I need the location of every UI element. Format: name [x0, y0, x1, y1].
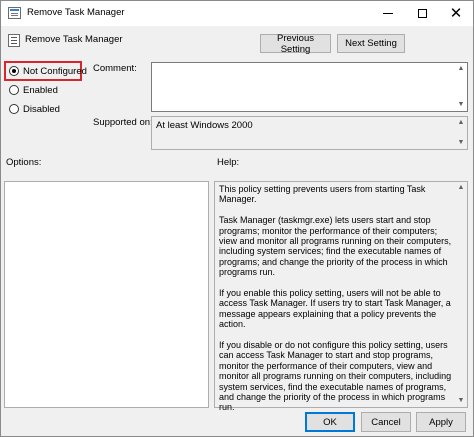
previous-setting-button[interactable]: Previous Setting: [260, 33, 331, 55]
radio-not-configured[interactable]: Not Configured: [9, 64, 87, 78]
help-panel: This policy setting prevents users from …: [214, 181, 468, 412]
maximize-button[interactable]: [405, 1, 439, 26]
comment-label: Comment:: [93, 63, 137, 74]
options-label: Options:: [6, 157, 42, 168]
setting-title: Remove Task Manager: [25, 34, 123, 45]
policy-dialog: Remove Task Manager ✕ Remove Task Manage…: [0, 0, 474, 437]
supported-on-label: Supported on:: [93, 117, 153, 128]
setting-icon: [8, 34, 20, 47]
window-title: Remove Task Manager: [27, 7, 125, 18]
radio-button[interactable]: [9, 85, 19, 95]
minimize-button[interactable]: [371, 1, 405, 26]
help-scrollbar[interactable]: ▲ ▼: [455, 182, 467, 407]
radio-enabled[interactable]: Enabled: [9, 83, 58, 97]
radio-label: Disabled: [23, 103, 60, 115]
supported-on-value: At least Windows 2000: [156, 120, 253, 131]
radio-button[interactable]: [9, 104, 19, 114]
scroll-down-icon[interactable]: ▼: [456, 396, 466, 406]
scroll-down-icon[interactable]: ▼: [456, 138, 466, 148]
title-bar[interactable]: Remove Task Manager ✕: [1, 1, 473, 26]
help-text: This policy setting prevents users from …: [219, 184, 453, 423]
cancel-button[interactable]: Cancel: [361, 412, 411, 432]
options-panel: [4, 181, 209, 408]
close-icon: ✕: [449, 4, 463, 22]
scroll-up-icon[interactable]: ▲: [456, 118, 466, 128]
scroll-up-icon[interactable]: ▲: [456, 183, 466, 193]
comment-textarea[interactable]: ▲ ▼: [151, 62, 468, 112]
help-paragraph: This policy setting prevents users from …: [219, 184, 426, 205]
minimize-icon: [383, 13, 393, 14]
help-label: Help:: [217, 157, 240, 168]
maximize-icon: [417, 9, 427, 18]
help-paragraph: If you disable or do not configure this …: [219, 340, 452, 413]
radio-label: Enabled: [23, 84, 58, 96]
next-setting-button[interactable]: Next Setting: [337, 34, 405, 53]
radio-disabled[interactable]: Disabled: [9, 102, 60, 116]
scroll-down-icon[interactable]: ▼: [456, 100, 466, 110]
radio-button-selected[interactable]: [9, 66, 19, 76]
policy-document-icon: [8, 7, 21, 19]
apply-button[interactable]: Apply: [416, 412, 466, 432]
ok-button[interactable]: OK: [305, 412, 355, 432]
scroll-up-icon[interactable]: ▲: [456, 64, 466, 74]
close-button[interactable]: ✕: [439, 1, 473, 26]
radio-label: Not Configured: [23, 65, 87, 77]
supported-on-field: At least Windows 2000 ▲ ▼: [151, 116, 468, 150]
help-paragraph: Task Manager (taskmgr.exe) lets users st…: [219, 215, 452, 278]
help-paragraph: If you enable this policy setting, users…: [219, 288, 451, 330]
